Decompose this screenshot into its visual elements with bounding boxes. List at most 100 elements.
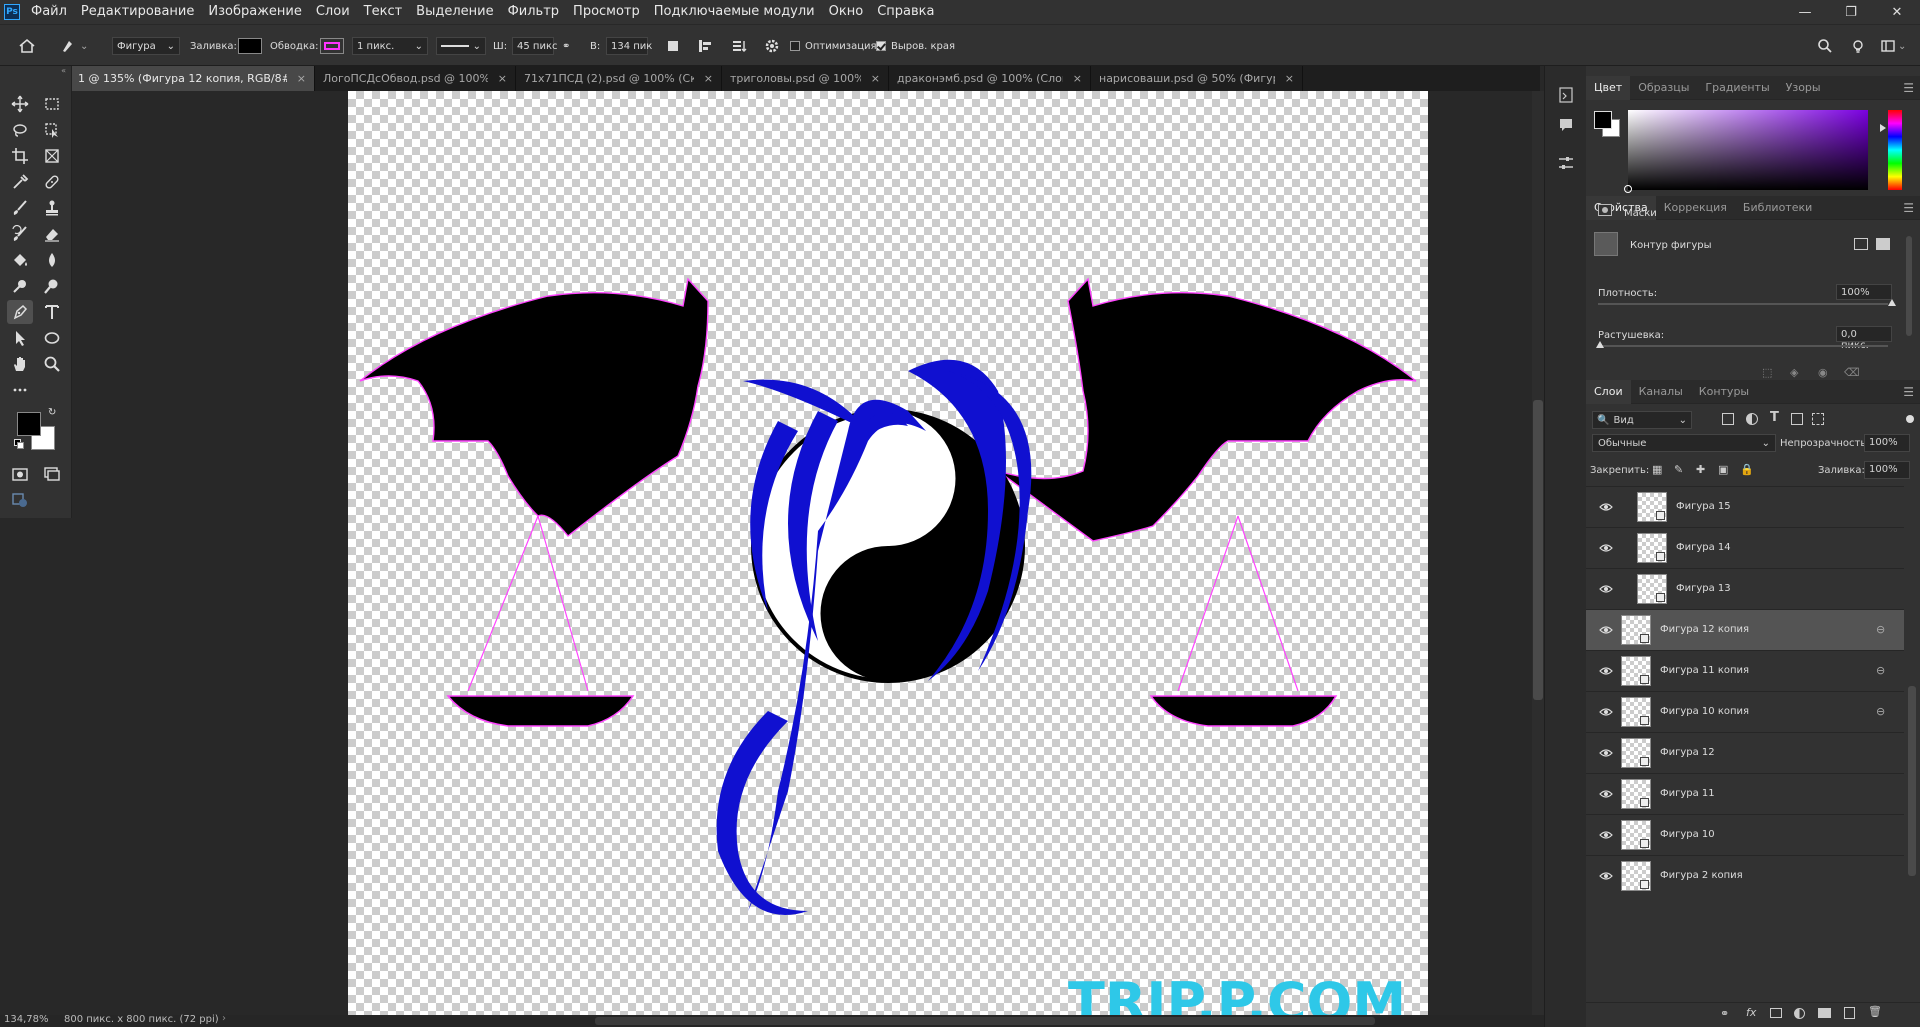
home-icon[interactable] — [18, 36, 36, 56]
new-adjustment-layer-icon[interactable] — [1794, 1008, 1805, 1019]
menu-item[interactable]: Файл — [24, 0, 74, 24]
visibility-eye-icon[interactable] — [1599, 787, 1613, 801]
lock-artboard-icon[interactable]: ▣ — [1718, 463, 1728, 476]
layers-panel-tab[interactable]: Каналы — [1631, 380, 1691, 404]
opacity-input[interactable]: 100% — [1864, 434, 1910, 452]
canvas-vertical-scroll-thumb[interactable] — [1533, 400, 1543, 700]
path-operations-icon[interactable] — [666, 36, 680, 56]
blur-tool-icon[interactable] — [39, 248, 65, 272]
close-tab-icon[interactable]: × — [297, 72, 306, 85]
layer-row[interactable]: Фигура 12 — [1586, 732, 1904, 773]
add-mask-icon[interactable] — [1770, 1008, 1782, 1018]
path-alignment-icon[interactable] — [697, 36, 713, 56]
document-tab[interactable]: нарисоваши.psd @ 50% (Фигура 2, RG... × — [1091, 66, 1303, 91]
clone-stamp-tool-icon[interactable] — [39, 196, 65, 220]
layers-panel-menu-icon[interactable]: ☰ — [1903, 385, 1914, 399]
visibility-eye-icon[interactable] — [1599, 869, 1613, 883]
close-window-icon[interactable]: ✕ — [1874, 0, 1920, 24]
settings-gear-icon[interactable] — [764, 36, 780, 56]
properties-panel-tab[interactable]: Библиотеки — [1735, 196, 1820, 220]
more-tools-icon[interactable] — [7, 378, 33, 402]
minimize-icon[interactable]: — — [1782, 0, 1828, 24]
color-panel-tab[interactable]: Образцы — [1630, 76, 1697, 100]
properties-panel-tab[interactable]: Коррекция — [1656, 196, 1735, 220]
visibility-eye-icon[interactable] — [1599, 582, 1613, 596]
history-brush-tool-icon[interactable] — [7, 222, 33, 246]
height-input[interactable]: 134 пик — [606, 37, 652, 55]
pen-tool-preset-icon[interactable]: ⌄ — [60, 36, 88, 56]
layers-panel-tab[interactable]: Слои — [1586, 379, 1631, 404]
close-tab-icon[interactable]: × — [871, 72, 880, 85]
healing-brush-tool-icon[interactable] — [39, 170, 65, 194]
layer-row[interactable]: Фигура 2 копия — [1586, 855, 1904, 896]
history-panel-icon[interactable] — [1557, 86, 1575, 107]
layer-style-icon[interactable]: fx — [1746, 1006, 1756, 1019]
density-slider[interactable] — [1598, 303, 1888, 305]
close-tab-icon[interactable]: × — [1073, 72, 1082, 85]
properties-panel-menu-icon[interactable]: ☰ — [1903, 201, 1914, 215]
quick-mask-icon[interactable] — [7, 462, 33, 486]
layer-row[interactable]: Фигура 11 копия ⊖ — [1586, 650, 1904, 691]
eyedropper-tool-icon[interactable] — [7, 170, 33, 194]
workspace-icon[interactable]: ⌄ — [1880, 36, 1906, 56]
lock-pixels-icon[interactable]: ✎ — [1674, 463, 1683, 476]
new-group-icon[interactable] — [1818, 1008, 1831, 1018]
density-slider-handle[interactable] — [1888, 299, 1896, 306]
apply-mask-icon[interactable]: ◈ — [1790, 366, 1798, 379]
path-arrangement-icon[interactable] — [730, 36, 748, 56]
layer-row[interactable]: Фигура 13 — [1586, 568, 1904, 609]
layer-row[interactable]: Фигура 15 — [1586, 486, 1904, 527]
layer-row[interactable]: Фигура 11 — [1586, 773, 1904, 814]
layer-row[interactable]: Фигура 12 копия ⊖ — [1586, 609, 1904, 650]
menu-item[interactable]: Выделение — [409, 0, 500, 24]
menu-item[interactable]: Просмотр — [566, 0, 647, 24]
density-input[interactable]: 100% — [1836, 284, 1892, 300]
layer-filter-select[interactable]: 🔍 Вид ⌄ — [1592, 411, 1692, 429]
menu-item[interactable]: Окно — [822, 0, 871, 24]
zoom-in-tool-icon[interactable] — [39, 274, 65, 298]
filter-toggle-icon[interactable] — [1906, 415, 1914, 423]
feather-input[interactable]: 0,0 пикс. — [1836, 326, 1892, 351]
delete-mask-icon[interactable]: ⌫ — [1844, 366, 1860, 379]
link-layers-icon[interactable]: ⚭ — [1720, 1007, 1729, 1020]
close-tab-icon[interactable]: × — [704, 72, 713, 85]
color-field[interactable] — [1628, 110, 1868, 190]
discover-lightbulb-icon[interactable] — [1850, 36, 1866, 56]
new-layer-icon[interactable] — [1844, 1007, 1855, 1019]
filter-adjustment-icon[interactable] — [1746, 413, 1758, 425]
eraser-tool-icon[interactable] — [39, 222, 65, 246]
object-select-tool-icon[interactable] — [39, 118, 65, 142]
filter-smart-object-icon[interactable] — [1812, 413, 1824, 425]
align-edges-checkbox[interactable]: Выров. края — [876, 36, 955, 56]
visibility-eye-icon[interactable] — [1599, 828, 1613, 842]
layer-row[interactable]: Фигура 10 — [1586, 814, 1904, 855]
vector-mask-apply-icon[interactable] — [1876, 238, 1890, 250]
menu-item[interactable]: Слои — [309, 0, 357, 24]
hue-slider-pointer-icon[interactable] — [1880, 124, 1886, 132]
hand-tool-icon[interactable] — [7, 352, 33, 376]
hue-slider[interactable] — [1888, 110, 1902, 190]
menu-item[interactable]: Изображение — [201, 0, 308, 24]
visibility-eye-icon[interactable] — [1599, 664, 1613, 678]
foreground-color-swatch[interactable] — [17, 412, 41, 436]
canvas-horizontal-scroll-thumb[interactable] — [595, 1017, 1375, 1025]
pen-tool-icon[interactable] — [7, 300, 33, 324]
width-input[interactable]: 45 пикс — [512, 37, 557, 55]
lock-position-icon[interactable]: ✚ — [1696, 463, 1705, 476]
lock-transparency-icon[interactable]: ▦ — [1652, 463, 1662, 476]
move-tool-icon[interactable] — [7, 92, 33, 116]
filter-pixel-icon[interactable] — [1722, 413, 1734, 425]
layers-scrollbar[interactable] — [1908, 686, 1916, 876]
paint-bucket-tool-icon[interactable] — [7, 248, 33, 272]
document-tab[interactable]: 1 @ 135% (Фигура 12 копия, RGB/8#) * × — [70, 66, 315, 91]
layer-row[interactable]: Фигура 14 — [1586, 527, 1904, 568]
edit-toolbar-icon[interactable] — [7, 488, 33, 512]
close-tab-icon[interactable]: × — [498, 72, 507, 85]
close-tab-icon[interactable]: × — [1285, 72, 1294, 85]
visibility-eye-icon[interactable] — [1599, 705, 1613, 719]
status-menu-icon[interactable]: › — [222, 1013, 226, 1024]
vector-mask-add-icon[interactable] — [1854, 238, 1868, 250]
color-panel-tab[interactable]: Градиенты — [1697, 76, 1777, 100]
visibility-eye-icon[interactable] — [1599, 541, 1613, 555]
toggle-mask-icon[interactable]: ◉ — [1818, 366, 1828, 379]
